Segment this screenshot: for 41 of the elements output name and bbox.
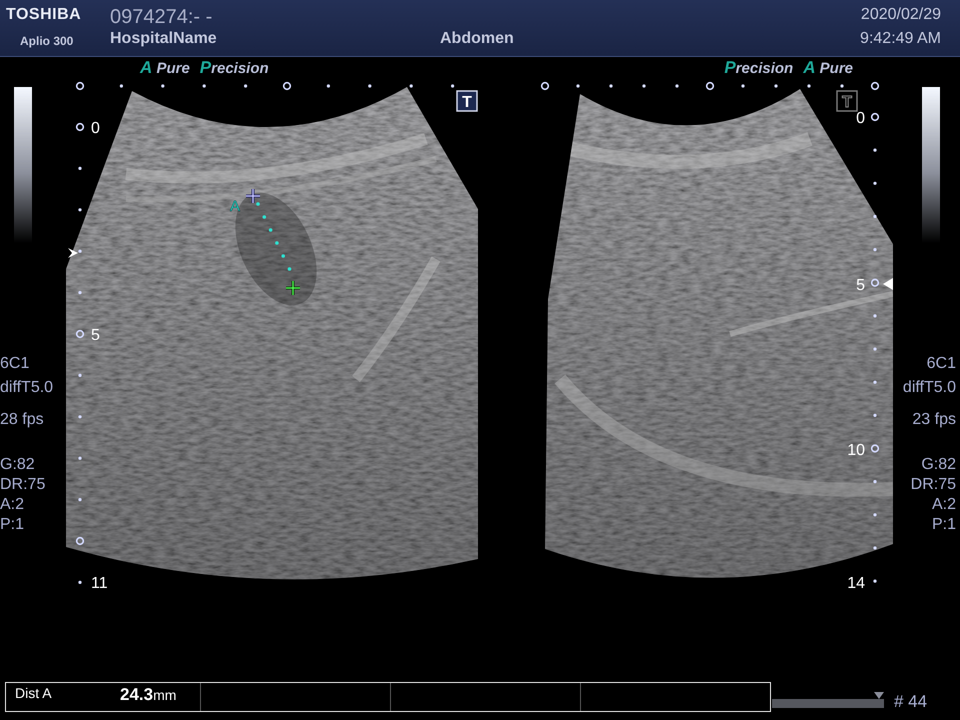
caliper-label: A — [230, 198, 240, 216]
brand-logo: TOSHIBA — [5, 6, 82, 24]
mode-label: diffT5.0 — [0, 378, 54, 398]
cine-bar[interactable] — [772, 692, 884, 708]
focus-marker-icon — [68, 248, 78, 258]
logo-text: A Pure — [140, 58, 190, 78]
measurement-value: 24.3mm — [120, 685, 176, 705]
setting-label: P:1 — [0, 515, 24, 536]
setting-label: DR:75 — [0, 475, 46, 496]
date-label: 2020/02/29 — [860, 6, 941, 24]
setting-label: P:1 — [932, 515, 956, 536]
depth-label: 5 — [856, 277, 865, 294]
frame-rate-label: 23 fps — [912, 410, 956, 430]
depth-label: 11 — [91, 575, 108, 592]
logo-text: Precision — [724, 58, 794, 78]
logo-text: A Pure — [803, 58, 853, 78]
body-mark-icon[interactable]: T — [836, 90, 858, 112]
setting-label: A:2 — [932, 495, 956, 516]
hospital-name: HospitalName — [109, 30, 217, 48]
exam-label: Abdomen — [439, 30, 514, 48]
setting-label: G:82 — [921, 455, 956, 476]
logo-text: Precision — [200, 58, 269, 78]
setting-label: A:2 — [0, 495, 24, 516]
depth-label: 14 — [847, 575, 865, 592]
depth-label: 0 — [91, 120, 100, 138]
measurement-label: Dist A — [14, 685, 53, 701]
setting-label: DR:75 — [910, 475, 956, 496]
depth-label: 10 — [847, 442, 865, 460]
body-mark-icon[interactable]: T — [456, 90, 478, 112]
focus-marker-icon — [883, 278, 893, 290]
mode-label: diffT5.0 — [902, 378, 956, 398]
depth-label: 5 — [91, 327, 100, 344]
probe-label: 6C1 — [926, 354, 956, 374]
depth-label: 0 — [856, 110, 865, 128]
frame-number: # 44 — [894, 692, 928, 712]
patient-id: 0974274:- - — [109, 6, 212, 29]
frame-rate-label: 28 fps — [0, 410, 44, 430]
setting-label: G:82 — [0, 455, 35, 476]
model-label: Aplio 300 — [19, 34, 74, 48]
time-label: 9:42:49 AM — [860, 30, 941, 48]
probe-label: 6C1 — [0, 354, 30, 374]
